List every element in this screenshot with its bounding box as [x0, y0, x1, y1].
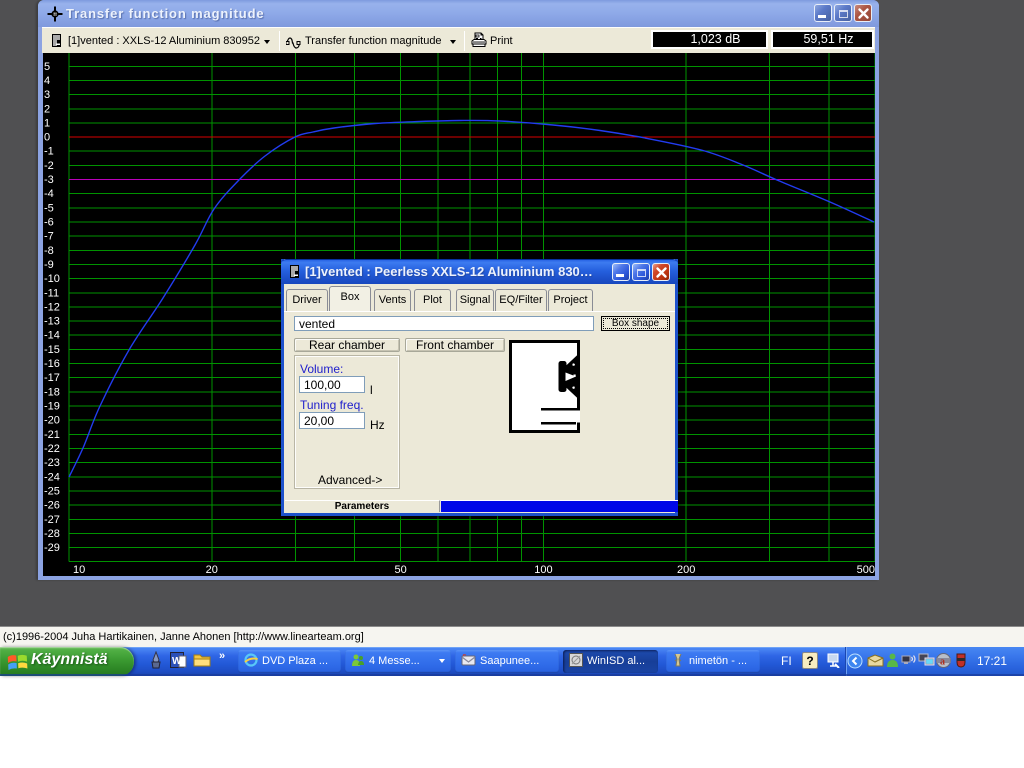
svg-text:-23: -23 — [44, 457, 60, 469]
svg-text:100: 100 — [534, 564, 552, 576]
svg-text:-19: -19 — [44, 401, 60, 413]
svg-text:500: 500 — [857, 564, 875, 576]
svg-text:-17: -17 — [44, 372, 60, 384]
svg-text:200: 200 — [677, 564, 695, 576]
svg-text:-21: -21 — [44, 429, 60, 441]
svg-text:-28: -28 — [44, 528, 60, 540]
svg-text:-3: -3 — [44, 174, 54, 186]
svg-text:-14: -14 — [44, 330, 60, 342]
svg-text:3: 3 — [44, 89, 50, 101]
svg-text:2: 2 — [44, 103, 50, 115]
svg-text:-27: -27 — [44, 514, 60, 526]
svg-text:1: 1 — [44, 117, 50, 129]
svg-text:-26: -26 — [44, 500, 60, 512]
svg-text:-13: -13 — [44, 316, 60, 328]
svg-text:-6: -6 — [44, 217, 54, 229]
svg-text:-12: -12 — [44, 301, 60, 313]
svg-text:50: 50 — [394, 564, 406, 576]
svg-text:-10: -10 — [44, 273, 60, 285]
svg-text:-24: -24 — [44, 471, 60, 483]
svg-text:-8: -8 — [44, 245, 54, 257]
svg-text:-7: -7 — [44, 231, 54, 243]
svg-text:-20: -20 — [44, 415, 60, 427]
svg-text:W: W — [172, 656, 182, 667]
svg-text:-1: -1 — [44, 146, 54, 158]
svg-text:-25: -25 — [44, 485, 60, 497]
svg-text:-4: -4 — [44, 188, 54, 200]
svg-text:20: 20 — [206, 564, 218, 576]
svg-text:-9: -9 — [44, 259, 54, 271]
svg-text:-22: -22 — [44, 443, 60, 455]
svg-text:-2: -2 — [44, 160, 54, 172]
svg-text:4: 4 — [44, 75, 50, 87]
svg-text:0: 0 — [44, 132, 50, 144]
svg-text:-16: -16 — [44, 358, 60, 370]
svg-text:a: a — [940, 657, 945, 668]
svg-text:5: 5 — [44, 61, 50, 73]
svg-text:-29: -29 — [44, 542, 60, 554]
svg-text:-5: -5 — [44, 202, 54, 214]
svg-text:-15: -15 — [44, 344, 60, 356]
svg-text:-11: -11 — [44, 287, 59, 299]
svg-text:-18: -18 — [44, 386, 60, 398]
svg-text:10: 10 — [73, 564, 85, 576]
